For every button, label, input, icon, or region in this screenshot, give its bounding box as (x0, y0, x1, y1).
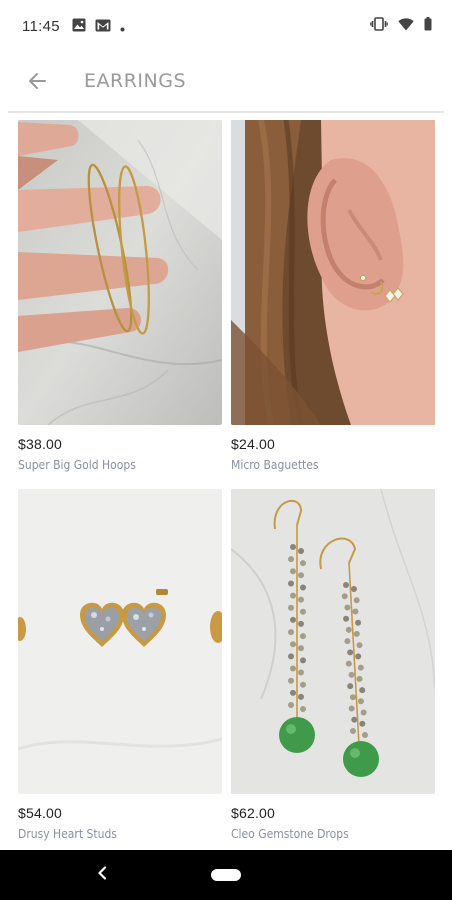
product-image-micro-baguettes[interactable] (231, 120, 435, 425)
status-bar: 11:45 (0, 0, 452, 54)
product-price: $24.00 (231, 436, 276, 452)
dot-icon (120, 19, 125, 37)
product-image-drusy-heart-studs[interactable] (18, 489, 222, 794)
wifi-icon (398, 17, 414, 36)
status-notification-icons (72, 18, 125, 37)
battery-icon (424, 17, 432, 36)
product-price: $38.00 (18, 436, 63, 452)
product-card[interactable]: $62.00 Cleo Gemstone Drops (231, 489, 435, 841)
nav-home-pill[interactable] (211, 869, 241, 881)
product-card[interactable]: $38.00 Super Big Gold Hoops (18, 120, 222, 472)
product-name[interactable]: Cleo Gemstone Drops (231, 827, 435, 841)
product-price: $54.00 (18, 805, 63, 821)
product-card[interactable]: $24.00 Micro Baguettes (231, 120, 435, 472)
page-title: EARRINGS (84, 70, 187, 92)
product-price: $62.00 (231, 805, 276, 821)
nav-back-icon (97, 865, 107, 885)
gmail-icon (95, 19, 111, 37)
product-card[interactable]: $54.00 Drusy Heart Studs (18, 489, 222, 841)
product-name[interactable]: Micro Baguettes (231, 458, 435, 472)
product-image-gold-hoops[interactable] (18, 120, 222, 425)
status-system-icons (370, 17, 432, 36)
nav-back-button[interactable] (92, 864, 112, 886)
system-navigation-bar (0, 850, 452, 900)
status-time: 11:45 (22, 18, 60, 35)
app-toolbar: EARRINGS (0, 54, 452, 112)
product-image-cleo-gemstone-drops[interactable] (231, 489, 435, 794)
arrow-back-icon (28, 72, 46, 95)
product-grid: $38.00 Super Big Gold Hoops $24.00 Micro… (0, 113, 452, 850)
image-icon (72, 18, 86, 37)
back-button[interactable] (20, 66, 54, 100)
product-name[interactable]: Drusy Heart Studs (18, 827, 222, 841)
product-name[interactable]: Super Big Gold Hoops (18, 458, 222, 472)
vibrate-icon (370, 17, 388, 36)
